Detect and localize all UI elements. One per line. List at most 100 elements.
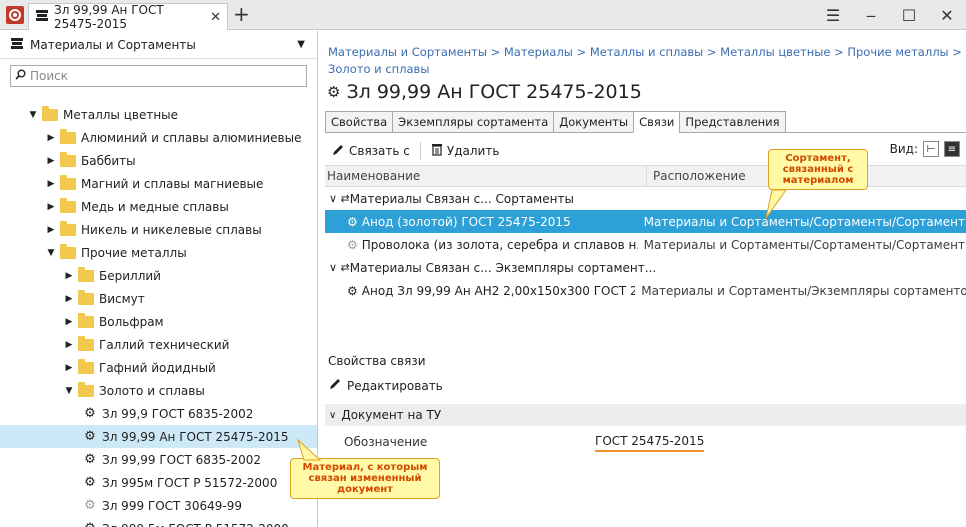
tree-folder[interactable]: ▶ Магний и сплавы магниевые bbox=[0, 172, 317, 195]
expand-arrow-icon[interactable]: ▶ bbox=[64, 271, 74, 281]
app-logo-icon[interactable] bbox=[6, 6, 24, 24]
designation-value[interactable]: ГОСТ 25475-2015 bbox=[595, 432, 705, 452]
collapse-arrow-icon[interactable]: ▼ bbox=[46, 248, 56, 258]
tree-label: Зл 999 ГОСТ 30649-99 bbox=[102, 498, 242, 513]
close-tab-icon[interactable]: ✕ bbox=[210, 10, 221, 25]
column-name-header[interactable]: Наименование bbox=[325, 166, 647, 186]
tree-label: Галлий технический bbox=[99, 337, 230, 352]
tree-label: Золото и сплавы bbox=[99, 383, 205, 398]
tree-folder[interactable]: ▶ Галлий технический bbox=[0, 333, 317, 356]
library-selector[interactable]: Материалы и Сортаменты ▼ bbox=[0, 31, 317, 59]
object-panel: Материалы и Сортаменты > Материалы > Мет… bbox=[319, 31, 966, 527]
list-view-icon[interactable]: ≡ bbox=[944, 141, 960, 157]
assortment-icon: ⚙ bbox=[347, 283, 358, 298]
expand-arrow-icon[interactable]: ▶ bbox=[46, 202, 56, 212]
assortment-icon: ⚙ bbox=[347, 237, 358, 252]
maximize-icon[interactable]: ☐ bbox=[890, 6, 928, 25]
grid-group-row[interactable]: ∨ ⇄ Материалы Связан с... Сортаменты bbox=[325, 187, 966, 210]
chevron-down-icon[interactable]: ▼ bbox=[297, 39, 305, 50]
tree-material[interactable]: ⚙ Зл 99,99 Ан ГОСТ 25475-2015 bbox=[0, 425, 317, 448]
expand-arrow-icon[interactable]: ▶ bbox=[64, 294, 74, 304]
document-tab[interactable]: Зл 99,99 Ан ГОСТ 25475-2015 ✕ bbox=[28, 3, 228, 31]
tree-folder[interactable]: ▼ Металлы цветные bbox=[0, 103, 317, 126]
folder-icon bbox=[78, 381, 94, 397]
row-location: Материалы и Сортаменты/Сортаменты/Сортам… bbox=[643, 214, 966, 229]
tree-material[interactable]: ⚙ Зл 995м ГОСТ Р 51572-2000 bbox=[0, 471, 317, 494]
tab-3[interactable]: Связи bbox=[633, 111, 680, 133]
tree-label: Зл 999.5м ГОСТ Р 51572-2000 bbox=[102, 522, 289, 527]
tree-folder[interactable]: ▶ Бериллий bbox=[0, 264, 317, 287]
tree-label: Металлы цветные bbox=[63, 107, 179, 122]
library-book-icon bbox=[35, 9, 49, 25]
row-name: Проволока (из золота, серебра и сплавов … bbox=[361, 237, 638, 252]
tree-folder[interactable]: ▶ Алюминий и сплавы алюминиевые bbox=[0, 126, 317, 149]
tree-label: Зл 99,9 ГОСТ 6835-2002 bbox=[102, 406, 254, 421]
grid-header: Наименование Расположение bbox=[325, 165, 966, 187]
expand-arrow-icon[interactable]: ▶ bbox=[64, 317, 74, 327]
group-link-icon: ∨ ⇄ bbox=[329, 261, 350, 274]
tab-0[interactable]: Свойства bbox=[325, 111, 393, 133]
row-name: Анод Зл 99,99 Ан АН2 2,00x150x300 ГОСТ 2… bbox=[361, 283, 636, 298]
expand-arrow-icon[interactable]: ▶ bbox=[46, 133, 56, 143]
grid-group-row[interactable]: ∨ ⇄ Материалы Связан с... Экземпляры сор… bbox=[325, 256, 966, 279]
grid-row[interactable]: ⚙ Проволока (из золота, серебра и сплавов… bbox=[325, 233, 966, 256]
tree-folder[interactable]: ▶ Никель и никелевые сплавы bbox=[0, 218, 317, 241]
tree-label: Зл 99,99 Ан ГОСТ 25475-2015 bbox=[102, 429, 289, 444]
search-input[interactable]: Поиск bbox=[10, 65, 307, 87]
tree-folder[interactable]: ▶ Гафний йодидный bbox=[0, 356, 317, 379]
expand-arrow-icon[interactable]: ▶ bbox=[46, 225, 56, 235]
tree-material[interactable]: ⚙ Зл 999.5м ГОСТ Р 51572-2000 bbox=[0, 517, 317, 527]
expand-arrow-icon[interactable]: ▶ bbox=[46, 179, 56, 189]
tree-label: Прочие металлы bbox=[81, 245, 187, 260]
expand-arrow-icon[interactable]: ▶ bbox=[64, 363, 74, 373]
library-tree: ▼ Металлы цветные ▶ Алюминий и сплавы алюми… bbox=[0, 103, 317, 527]
tree-folder[interactable]: ▼ Прочие металлы bbox=[0, 241, 317, 264]
search-placeholder: Поиск bbox=[30, 69, 69, 83]
chevron-down-icon: ∨ bbox=[329, 409, 337, 421]
links-grid: Наименование Расположение ∨ ⇄ Материалы … bbox=[325, 165, 966, 302]
tab-4[interactable]: Представления bbox=[679, 111, 786, 133]
folder-icon bbox=[60, 128, 76, 144]
library-panel: Материалы и Сортаменты ▼ Поиск ▼ Металлы … bbox=[0, 31, 318, 527]
column-location-header[interactable]: Расположение bbox=[647, 169, 746, 183]
designation-label: Обозначение bbox=[344, 435, 428, 449]
tab-2[interactable]: Документы bbox=[553, 111, 634, 133]
grid-row[interactable]: ⚙ Анод Зл 99,99 Ан АН2 2,00x150x300 ГОСТ … bbox=[325, 279, 966, 302]
breadcrumb[interactable]: Материалы и Сортаменты > Материалы > Мет… bbox=[319, 31, 966, 78]
tree-view-icon[interactable]: ⊢ bbox=[923, 141, 939, 157]
tree-material[interactable]: ⚙ Зл 99,99 ГОСТ 6835-2002 bbox=[0, 448, 317, 471]
view-switcher: Вид: ⊢ ≡ bbox=[890, 141, 960, 157]
tree-folder[interactable]: ▶ Медь и медные сплавы bbox=[0, 195, 317, 218]
callout-material: Материал, с которым связан измененный до… bbox=[290, 458, 440, 499]
edit-label: Редактировать bbox=[347, 378, 443, 393]
folder-icon bbox=[60, 243, 76, 259]
tree-folder[interactable]: ▶ Вольфрам bbox=[0, 310, 317, 333]
section-title: Документ на ТУ bbox=[341, 408, 442, 422]
new-tab-button[interactable]: + bbox=[233, 4, 250, 24]
tree-folder[interactable]: ▼ Золото и сплавы bbox=[0, 379, 317, 402]
delete-button[interactable]: Удалить bbox=[431, 143, 499, 159]
tab-bar: Свойства Экземпляры сортамента Документы Св… bbox=[325, 111, 966, 133]
page-title: ⚙ Зл 99,99 Ан ГОСТ 25475-2015 bbox=[319, 77, 966, 107]
collapse-arrow-icon[interactable]: ▼ bbox=[64, 386, 74, 396]
tree-folder[interactable]: ▶ Висмут bbox=[0, 287, 317, 310]
tree-material[interactable]: ⚙ Зл 999 ГОСТ 30649-99 bbox=[0, 494, 317, 517]
tree-label: Зл 995м ГОСТ Р 51572-2000 bbox=[102, 475, 278, 490]
collapse-arrow-icon[interactable]: ▼ bbox=[28, 110, 38, 120]
section-header[interactable]: ∨ Документ на ТУ bbox=[325, 404, 966, 426]
tab-1[interactable]: Экземпляры сортамента bbox=[392, 111, 554, 133]
folder-icon bbox=[78, 266, 94, 282]
edit-button[interactable]: Редактировать bbox=[328, 377, 443, 394]
close-window-icon[interactable]: ✕ bbox=[928, 6, 966, 25]
grid-row[interactable]: ⚙ Анод (золотой) ГОСТ 25475-2015 Материалы… bbox=[325, 210, 966, 233]
folder-icon bbox=[78, 335, 94, 351]
expand-arrow-icon[interactable]: ▶ bbox=[46, 156, 56, 166]
tree-material[interactable]: ⚙ Зл 99,9 ГОСТ 6835-2002 bbox=[0, 402, 317, 425]
menu-icon[interactable]: ☰ bbox=[814, 6, 852, 25]
minimize-icon[interactable]: ‒ bbox=[852, 6, 890, 25]
link-with-button[interactable]: Связать с bbox=[331, 143, 410, 160]
expand-arrow-icon[interactable]: ▶ bbox=[64, 340, 74, 350]
row-location: Материалы и Сортаменты/Сортаменты/Сортам… bbox=[643, 237, 966, 252]
tree-folder[interactable]: ▶ Баббиты bbox=[0, 149, 317, 172]
row-location: Материалы и Сортаменты/Экземпляры сортам… bbox=[641, 283, 966, 298]
